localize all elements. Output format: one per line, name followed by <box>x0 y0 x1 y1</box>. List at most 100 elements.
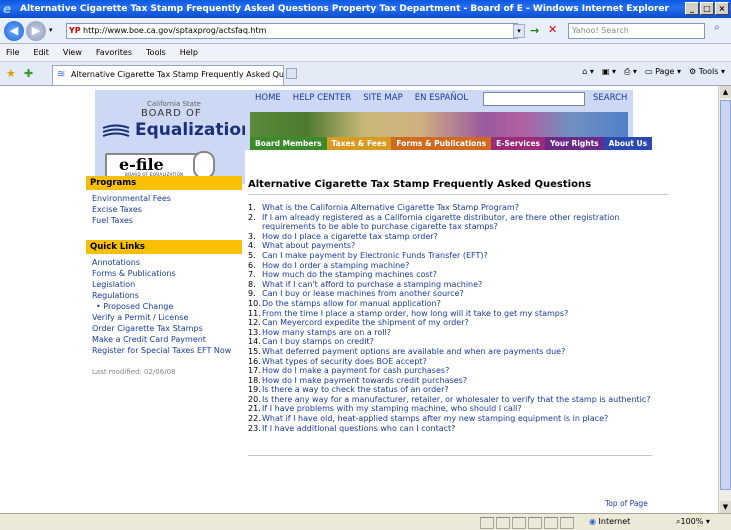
main-tab-e-services[interactable]: E-Services <box>491 137 545 150</box>
favorites-star-icon[interactable]: ★ <box>6 67 16 80</box>
feeds-icon[interactable]: ▣ ▾ <box>602 67 616 77</box>
top-of-page-link[interactable]: Top of Page <box>605 499 648 508</box>
address-dropdown-button[interactable]: ▾ <box>513 24 525 38</box>
search-input[interactable]: Yahoo! Search <box>568 23 705 39</box>
page-menu[interactable]: ▭ Page ▾ <box>645 67 681 77</box>
faq-item[interactable]: 9. Can I buy or lease machines from anoth… <box>248 289 668 299</box>
security-zone[interactable]: ◉ Internet <box>589 517 630 526</box>
close-button[interactable]: × <box>715 2 729 15</box>
faq-question[interactable]: How do I make payment towards credit pur… <box>262 376 467 385</box>
sidebar-link-verify-permit[interactable]: Verify a Permit / License <box>86 312 242 323</box>
faq-item[interactable]: 8. What if I can't afford to purchase a s… <box>248 280 668 290</box>
faq-question[interactable]: Can I buy stamps on credit? <box>262 337 374 346</box>
main-tab-forms-publications[interactable]: Forms & Publications <box>391 137 492 150</box>
faq-question[interactable]: How do I place a cigarette tax stamp ord… <box>262 232 438 241</box>
menu-favorites[interactable]: Favorites <box>96 48 132 57</box>
faq-item[interactable]: 10. Do the stamps allow for manual applic… <box>248 299 668 309</box>
faq-question[interactable]: What deferred payment options are availa… <box>262 347 565 356</box>
sidebar-link-legislation[interactable]: Legislation <box>86 279 242 290</box>
faq-question[interactable]: What types of security does BOE accept? <box>262 357 427 366</box>
faq-question[interactable]: How much do the stamping machines cost? <box>262 270 437 279</box>
menu-tools[interactable]: Tools <box>146 48 166 57</box>
faq-question[interactable]: Can I make payment by Electronic Funds T… <box>262 251 488 260</box>
faq-question[interactable]: If I am already registered as a Californ… <box>262 213 619 232</box>
faq-question[interactable]: What is the California Alternative Cigar… <box>262 203 519 212</box>
menu-edit[interactable]: Edit <box>33 48 49 57</box>
nav-espanol[interactable]: EN ESPAÑOL <box>415 93 468 103</box>
faq-question[interactable]: If I have additional questions who can I… <box>262 424 455 433</box>
sidebar-link-fuel-taxes[interactable]: Fuel Taxes <box>86 215 242 226</box>
scroll-thumb[interactable] <box>720 100 731 490</box>
faq-item[interactable]: 5. Can I make payment by Electronic Funds… <box>248 251 668 261</box>
menu-help[interactable]: Help <box>180 48 198 57</box>
faq-question[interactable]: From the time I place a stamp order, how… <box>262 309 568 318</box>
new-tab-button[interactable] <box>286 68 297 79</box>
faq-item[interactable]: 18. How do I make payment towards credit … <box>248 376 668 386</box>
sidebar-link-forms-publications[interactable]: Forms & Publications <box>86 268 242 279</box>
faq-question[interactable]: What about payments? <box>262 241 355 250</box>
faq-item[interactable]: 6. How do I order a stamping machine? <box>248 261 668 271</box>
forward-button[interactable]: ▶ <box>26 21 46 41</box>
faq-item[interactable]: 11. From the time I place a stamp order, … <box>248 309 668 319</box>
faq-question[interactable]: How do I make a payment for cash purchas… <box>262 366 449 375</box>
faq-item[interactable]: 22. What if I have old, heat-applied stam… <box>248 414 668 424</box>
faq-question[interactable]: Is there a way to check the status of an… <box>262 385 449 394</box>
sidebar-link-credit-card[interactable]: Make a Credit Card Payment <box>86 334 242 345</box>
faq-item[interactable]: 3. How do I place a cigarette tax stamp o… <box>248 232 668 242</box>
site-search-button[interactable]: SEARCH <box>593 93 627 103</box>
stop-icon[interactable]: ✕ <box>548 23 557 36</box>
menu-view[interactable]: View <box>63 48 82 57</box>
faq-question[interactable]: How many stamps are on a roll? <box>262 328 391 337</box>
faq-question[interactable]: Is there any way for a manufacturer, ret… <box>262 395 650 404</box>
faq-item[interactable]: 17. How do I make a payment for cash purc… <box>248 366 668 376</box>
faq-question[interactable]: Can Meyercord expedite the shipment of m… <box>262 318 469 327</box>
scroll-up-icon[interactable]: ▲ <box>720 86 731 98</box>
faq-item[interactable]: 4. What about payments? <box>248 241 668 251</box>
faq-question[interactable]: How do I order a stamping machine? <box>262 261 409 270</box>
faq-item[interactable]: 15. What deferred payment options are ava… <box>248 347 668 357</box>
main-tab-taxes-fees[interactable]: Taxes & Fees <box>326 137 392 150</box>
faq-item[interactable]: 7. How much do the stamping machines cost… <box>248 270 668 280</box>
main-tab-about-us[interactable]: About Us <box>603 137 653 150</box>
site-search-input[interactable] <box>483 92 585 106</box>
sidebar-link-order-stamps[interactable]: Order Cigarette Tax Stamps <box>86 323 242 334</box>
faq-item[interactable]: 23. If I have additional questions who ca… <box>248 424 668 434</box>
faq-item[interactable]: 16. What types of security does BOE accep… <box>248 357 668 367</box>
sidebar-link-register-eft[interactable]: Register for Special Taxes EFT Now <box>86 345 242 356</box>
home-icon[interactable]: ⌂ ▾ <box>582 67 594 77</box>
minimize-button[interactable]: _ <box>685 2 699 15</box>
faq-question[interactable]: What if I can't afford to purchase a sta… <box>262 280 482 289</box>
tools-menu[interactable]: ⚙ Tools ▾ <box>689 67 725 77</box>
vertical-scrollbar[interactable]: ▲ ▼ <box>718 86 731 513</box>
faq-item[interactable]: 19. Is there a way to check the status of… <box>248 385 668 395</box>
faq-question[interactable]: What if I have old, heat-applied stamps … <box>262 414 608 423</box>
maximize-button[interactable]: □ <box>700 2 714 15</box>
faq-item[interactable]: 13. How many stamps are on a roll? <box>248 328 668 338</box>
faq-item[interactable]: 14. Can I buy stamps on credit? <box>248 337 668 347</box>
faq-question[interactable]: Can I buy or lease machines from another… <box>262 289 464 298</box>
history-dropdown-icon[interactable]: ▾ <box>49 26 53 34</box>
nav-help-center[interactable]: HELP CENTER <box>293 93 351 103</box>
sidebar-link-proposed-change[interactable]: • Proposed Change <box>86 301 242 312</box>
zoom-level[interactable]: ⌕100% ▾ <box>676 517 710 527</box>
faq-item[interactable]: 12. Can Meyercord expedite the shipment o… <box>248 318 668 328</box>
boe-logo[interactable]: California State BOARD OF Equalization <box>95 90 253 150</box>
nav-home[interactable]: HOME <box>255 93 281 103</box>
sidebar-link-annotations[interactable]: Annotations <box>86 257 242 268</box>
faq-item[interactable]: 21. If I have problems with my stamping m… <box>248 404 668 414</box>
sidebar-link-regulations[interactable]: Regulations <box>86 290 242 301</box>
faq-item[interactable]: 1. What is the California Alternative Cig… <box>248 203 668 213</box>
main-tab-your-rights[interactable]: Your Rights <box>545 137 604 150</box>
sidebar-link-environmental-fees[interactable]: Environmental Fees <box>86 193 242 204</box>
faq-question[interactable]: Do the stamps allow for manual applicati… <box>262 299 441 308</box>
add-favorite-icon[interactable]: ✚ <box>24 67 33 80</box>
scroll-down-icon[interactable]: ▼ <box>720 501 731 513</box>
go-arrow-icon[interactable]: → <box>530 24 539 37</box>
main-tab-board-members[interactable]: Board Members <box>250 137 327 150</box>
faq-question[interactable]: If I have problems with my stamping mach… <box>262 404 522 413</box>
search-icon[interactable]: ⌕ <box>708 22 726 40</box>
nav-site-map[interactable]: SITE MAP <box>363 93 402 103</box>
print-icon[interactable]: ⎙ ▾ <box>624 67 637 77</box>
faq-item[interactable]: 20. Is there any way for a manufacturer, … <box>248 395 668 405</box>
faq-item[interactable]: 2. If I am already registered as a Califo… <box>248 213 668 232</box>
